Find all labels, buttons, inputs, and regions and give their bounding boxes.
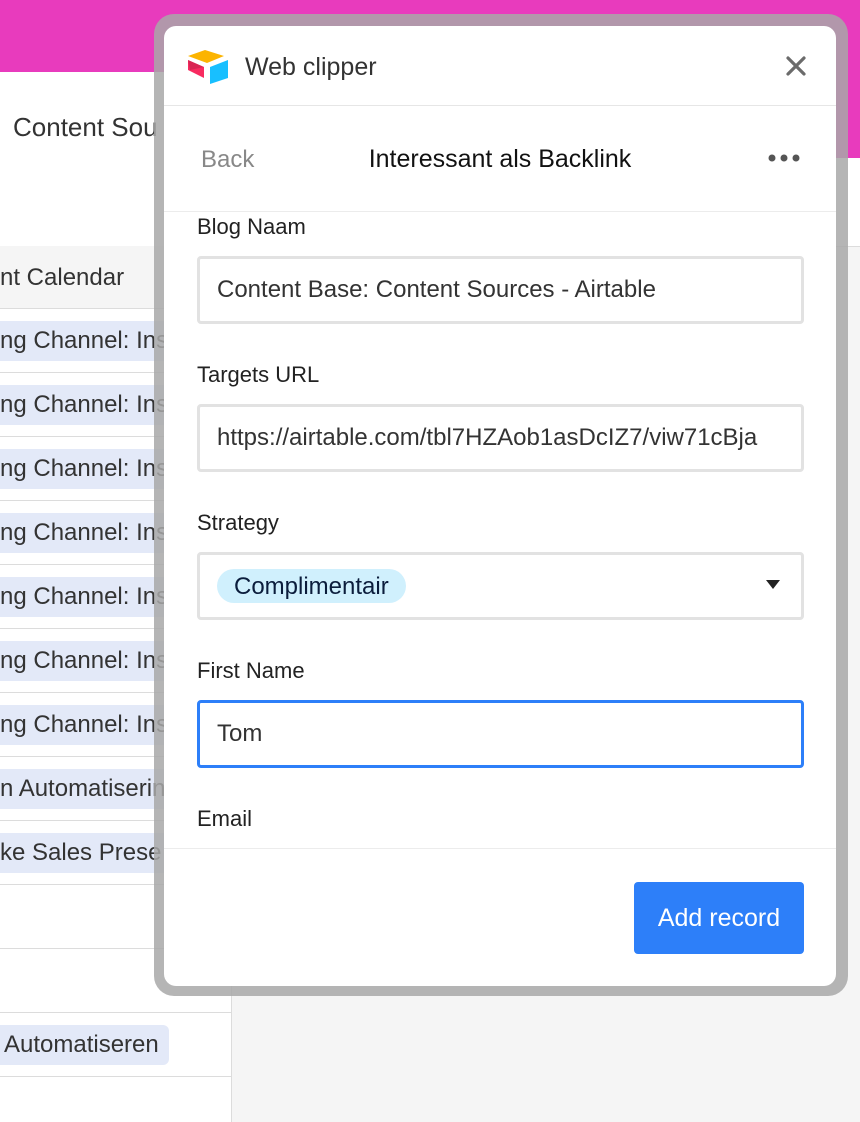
form-header: Back Interessant als Backlink [164, 106, 836, 212]
column-header-label: nt Calendar [0, 264, 125, 291]
field-label-strategy: Strategy [197, 510, 279, 535]
clipper-header: Web clipper [164, 26, 836, 106]
targets-url-field[interactable] [197, 404, 804, 472]
first-name-field[interactable] [197, 700, 804, 768]
more-dots-icon[interactable] [764, 146, 804, 170]
record-chip: ng Channel: Ins [0, 449, 179, 489]
footer-divider [164, 848, 836, 849]
table-row[interactable]: Automatiseren [0, 1013, 232, 1077]
record-chip: ke Sales Prese [0, 833, 172, 873]
record-chip: ng Channel: Ins [0, 513, 179, 553]
strategy-select[interactable]: Complimentair [197, 552, 804, 620]
form-title: Interessant als Backlink [368, 145, 632, 173]
field-label-first-name: First Name [197, 658, 305, 683]
record-chip: n Automatiserin [0, 769, 176, 809]
add-record-button[interactable]: Add record [634, 882, 804, 954]
chevron-down-icon[interactable] [766, 580, 780, 589]
close-icon[interactable] [778, 48, 814, 84]
record-chip: ng Channel: Ins [0, 577, 179, 617]
blog-naam-input[interactable] [200, 259, 801, 321]
targets-url-input[interactable] [200, 407, 801, 469]
field-label-email: Email [197, 806, 253, 831]
strategy-option-chip: Complimentair [217, 569, 406, 603]
record-chip: ng Channel: Ins [0, 641, 179, 681]
clipper-title: Web clipper [245, 53, 377, 81]
record-chip: ng Channel: Ins [0, 705, 179, 745]
blog-naam-field[interactable] [197, 256, 804, 324]
record-chip: ng Channel: Ins [0, 385, 179, 425]
web-clipper-modal: Web clipper Back Interessant als Backlin… [164, 26, 836, 986]
record-chip: Automatiseren [0, 1025, 169, 1065]
airtable-logo-icon [188, 50, 228, 84]
first-name-input[interactable] [200, 703, 801, 765]
field-label-blog-naam: Blog Naam [197, 214, 306, 239]
base-title[interactable]: Content Sou [13, 112, 158, 143]
field-label-targets-url: Targets URL [197, 362, 320, 387]
record-chip: ng Channel: Ins [0, 321, 179, 361]
